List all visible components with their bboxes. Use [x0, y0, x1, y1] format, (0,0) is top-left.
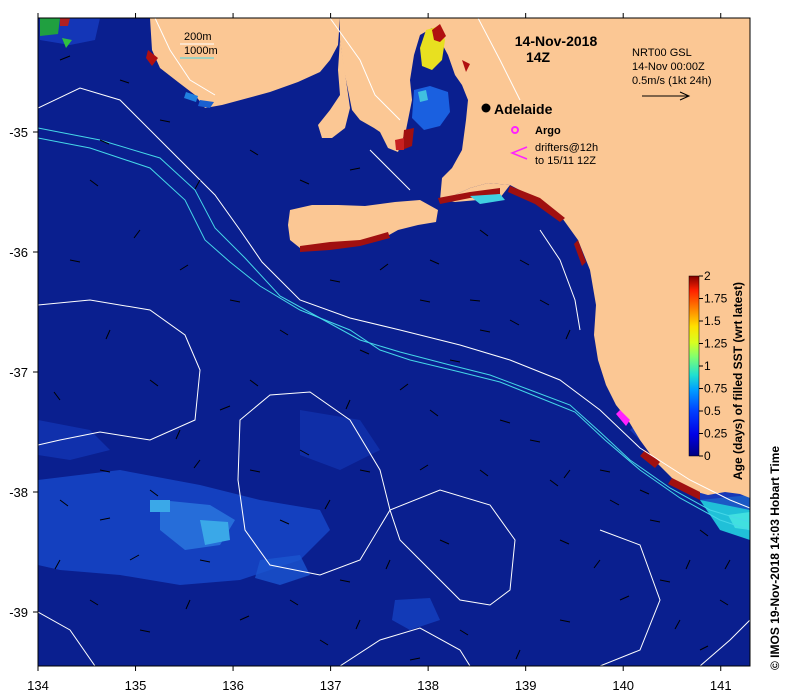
velocity-time-label: 14-Nov 00:00Z — [632, 61, 705, 73]
velocity-scale-label: 0.5m/s (1kt 24h) — [632, 75, 711, 87]
x-tick-label: 141 — [710, 678, 732, 693]
x-tick-label: 139 — [515, 678, 537, 693]
x-tick-label: 138 — [417, 678, 439, 693]
colorbar-tick-label: 1.75 — [704, 292, 728, 306]
city-label: Adelaide — [494, 101, 553, 117]
colorbar-tick-label: 1.5 — [704, 314, 721, 328]
y-tick-label: -39 — [9, 605, 28, 620]
sst-age-map: 134 135 136 137 138 139 140 141 -35 -36 -37 -38 -39… — [9, 13, 751, 693]
drifters-label-2: to 15/11 12Z — [535, 155, 596, 167]
colorbar-tick-label: 0.5 — [704, 404, 721, 418]
x-tick-label: 140 — [612, 678, 634, 693]
legend-1000m-label: 1000m — [184, 45, 218, 57]
colorbar-tick-label: 0.75 — [704, 382, 728, 396]
date-line-2: 14Z — [526, 49, 551, 65]
x-tick-label: 135 — [125, 678, 147, 693]
colorbar-title: Age (days) of filled SST (wrt latest) — [731, 281, 745, 480]
y-tick-label: -36 — [9, 245, 28, 260]
colorbar-tick-label: 2 — [704, 269, 711, 283]
y-axis: -35 -36 -37 -38 -39 — [9, 125, 38, 620]
copyright-text: © IMOS 19-Nov-2018 14:03 Hobart Time — [768, 445, 782, 670]
y-tick-label: -38 — [9, 485, 28, 500]
city-marker — [481, 103, 491, 113]
y-tick-label: -35 — [9, 125, 28, 140]
date-line-1: 14-Nov-2018 — [515, 33, 598, 49]
legend-200m-label: 200m — [184, 31, 212, 43]
colorbar-tick-label: 1 — [704, 359, 711, 373]
colorbar-tick-label: 0 — [704, 449, 711, 463]
colorbar-ramp — [688, 275, 700, 457]
argo-label: Argo — [535, 125, 561, 137]
velocity-source-label: NRT00 GSL — [632, 47, 692, 59]
x-tick-label: 137 — [320, 678, 342, 693]
colorbar-tick-label: 0.25 — [704, 427, 728, 441]
drifters-label-1: drifters@12h — [535, 142, 598, 154]
map-plot-area — [38, 18, 750, 666]
x-tick-label: 136 — [222, 678, 244, 693]
x-tick-label: 134 — [27, 678, 49, 693]
y-tick-label: -37 — [9, 365, 28, 380]
colorbar-tick-label: 1.25 — [704, 337, 728, 351]
